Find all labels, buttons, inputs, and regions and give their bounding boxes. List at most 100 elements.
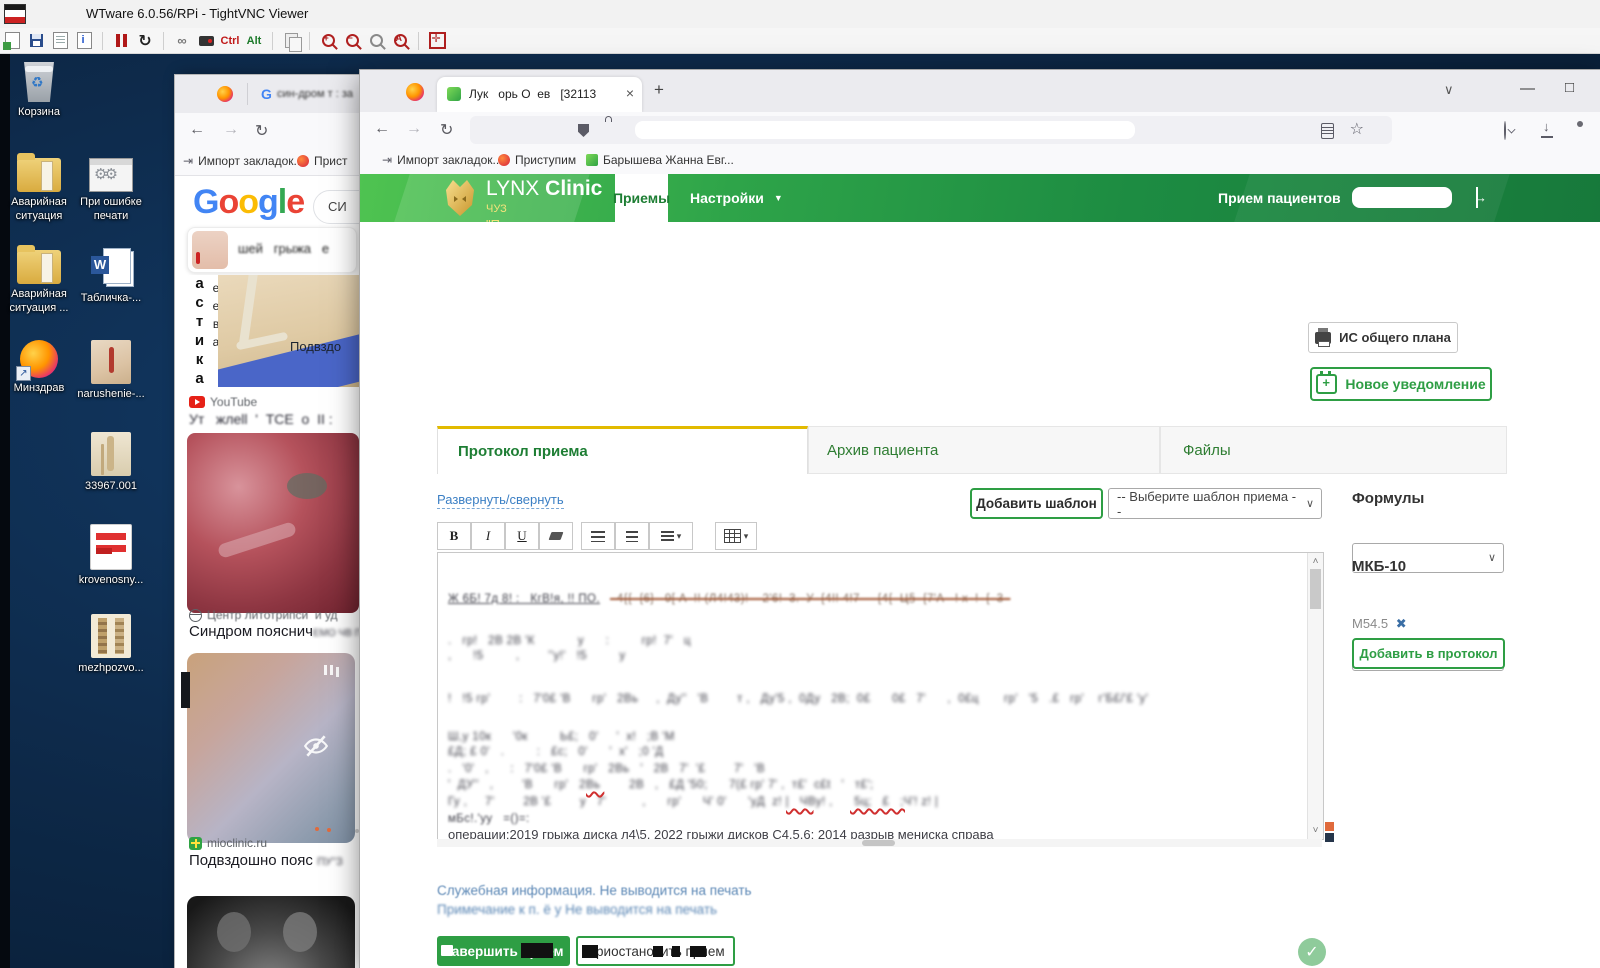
reload-icon[interactable]: ↻: [255, 121, 268, 141]
editor-scrollbar[interactable]: ˄ ˅: [1307, 553, 1323, 839]
minimize-icon[interactable]: —: [1520, 80, 1535, 97]
pause-icon[interactable]: [112, 32, 130, 50]
numbered-list-button[interactable]: [615, 522, 649, 550]
new-tab-icon[interactable]: +: [654, 80, 664, 100]
zoom-out-icon[interactable]: −: [343, 32, 361, 50]
scroll-up-icon[interactable]: ˄: [1308, 556, 1323, 567]
desktop-icon-recycle-bin[interactable]: Корзина: [4, 62, 74, 120]
hscrollbar-thumb[interactable]: [862, 840, 895, 846]
forward-icon[interactable]: →: [223, 121, 239, 139]
url-redaction: [635, 121, 1135, 139]
finish-reception-button[interactable]: Завершить прием: [437, 936, 570, 966]
anatomy-muscle-image[interactable]: [187, 433, 359, 613]
template-select[interactable]: -- Выберите шаблон приема --: [1108, 488, 1322, 519]
desktop-icon-mezhpozvo[interactable]: mezhpozvo...: [76, 614, 146, 676]
search-suggestion-row[interactable]: шей грыжа е: [187, 227, 357, 273]
table-button[interactable]: ▾: [715, 522, 757, 550]
note-link[interactable]: Примечание к п. ё у Не выводится на печа…: [437, 902, 717, 917]
reload-icon[interactable]: ↻: [440, 120, 453, 140]
align-button[interactable]: ▾: [649, 522, 693, 550]
bookmark-import[interactable]: ⇥Импорт закладок...: [382, 153, 503, 167]
patient-reception-menu[interactable]: Прием пациентов▼: [1218, 174, 1360, 222]
ctrl-key-button[interactable]: Ctrl: [221, 32, 239, 50]
add-to-protocol-button[interactable]: Добавить в протокол: [1352, 638, 1505, 669]
new-connection-icon[interactable]: [3, 32, 21, 50]
protocol-editor[interactable]: Ж 6Б! 7д 8! : КгВ!я, !! ПО.–4{{ {6}– 9[ …: [437, 552, 1324, 840]
bold-button[interactable]: B: [437, 522, 471, 550]
scrollbar-thumb[interactable]: [1310, 569, 1321, 609]
nav-receptions[interactable]: Приемы: [615, 174, 668, 222]
new-notification-button[interactable]: Новое уведомление: [1310, 367, 1492, 401]
connection-options-icon[interactable]: ∞: [173, 32, 191, 50]
bookmark-pristupim[interactable]: Прист: [297, 154, 348, 168]
refresh-icon[interactable]: ↻: [136, 32, 154, 50]
fullscreen-icon[interactable]: [428, 32, 446, 50]
desktop-icon-minzdrav[interactable]: Минздрав: [4, 340, 74, 396]
bookmark-import[interactable]: ⇥Импорт закладок...: [183, 154, 304, 168]
logout-icon[interactable]: [1476, 187, 1478, 208]
source-row-mioclinic[interactable]: mioclinic.ru: [189, 836, 267, 850]
address-bar[interactable]: ☆: [470, 116, 1392, 144]
mri-image[interactable]: [187, 896, 355, 968]
copy-icon[interactable]: [282, 32, 300, 50]
connection-info-icon[interactable]: [75, 32, 93, 50]
maximize-icon[interactable]: □: [1565, 79, 1574, 96]
general-plan-button[interactable]: ИС общего плана: [1308, 322, 1458, 353]
zoom-in-icon[interactable]: +: [319, 32, 337, 50]
result2-title[interactable]: Синдром поясничЕМО ЧВ ПО: [189, 623, 360, 640]
add-template-button[interactable]: Добавить шаблон: [970, 488, 1103, 519]
desktop-icon-word-doc[interactable]: Табличка-...: [76, 248, 146, 306]
bookmark-barysheva[interactable]: Барышева Жанна Евг...: [586, 153, 734, 167]
reader-mode-icon[interactable]: [1321, 123, 1334, 139]
service-info-link[interactable]: Служебная информация. Не выводится на пе…: [437, 883, 752, 898]
import-icon: ⇥: [183, 154, 193, 168]
shield-icon[interactable]: [578, 124, 589, 137]
editor-hscrollbar[interactable]: [437, 839, 1322, 847]
desktop-icon-emergency-folder-2[interactable]: Аварийная ситуация ...: [4, 250, 74, 316]
bookmark-favicon: [498, 154, 510, 166]
options-icon[interactable]: [51, 32, 69, 50]
tab-patient-archive[interactable]: Архив пациента: [808, 426, 1160, 474]
back-icon[interactable]: ←: [189, 121, 205, 139]
google-search-box[interactable]: СИ: [313, 190, 360, 224]
italic-button[interactable]: I: [471, 522, 505, 550]
tab-close-icon[interactable]: ×: [626, 85, 634, 101]
editor-line: £Д; £ 0' . : £с; 0' ' х' ;0 'Д: [448, 746, 663, 758]
tab-files[interactable]: Файлы: [1160, 426, 1507, 474]
zoom-fit-icon[interactable]: A: [391, 32, 409, 50]
pause-reception-button[interactable]: Приостановить прием: [576, 936, 735, 966]
desktop-icon-narushenie[interactable]: narushenie-...: [76, 340, 146, 402]
result3-title[interactable]: Подвздошно пояс ПУ''З: [189, 852, 343, 869]
bookmark-star-icon[interactable]: ☆: [1350, 119, 1364, 139]
exercise-image[interactable]: Подвздо: [218, 275, 360, 387]
alt-key-button[interactable]: Alt: [245, 32, 263, 50]
zoom-100-icon[interactable]: [367, 32, 385, 50]
back-icon[interactable]: ←: [374, 120, 390, 138]
desktop-icon-krovenosny[interactable]: krovenosny...: [76, 524, 146, 588]
remove-code-icon[interactable]: ✖: [1396, 616, 1407, 631]
tab-list-chevron-icon[interactable]: ∨: [1444, 82, 1454, 98]
save-icon[interactable]: [27, 32, 45, 50]
underline-button[interactable]: U: [505, 522, 539, 550]
forward-icon[interactable]: →: [406, 120, 422, 138]
desktop-icon-print-error[interactable]: При ошибке печати: [76, 158, 146, 224]
editor-line: , !5 , ''у!' !5 у: [448, 650, 625, 662]
bullet-list-button[interactable]: [581, 522, 615, 550]
desktop-icon-emergency-folder[interactable]: Аварийная ситуация: [4, 158, 74, 224]
bookmark-pristupim[interactable]: Приступим: [498, 153, 576, 167]
source-row-litho[interactable]: Центр литотрипси и уд: [189, 608, 338, 622]
censored-image[interactable]: [187, 653, 355, 843]
tab-protocol[interactable]: Протокол приема: [437, 426, 808, 474]
scroll-down-icon[interactable]: ˅: [1308, 825, 1323, 836]
expand-collapse-link[interactable]: Развернуть/свернуть: [437, 492, 564, 509]
active-browser-tab[interactable]: Лук орь О ев [32113 ×: [437, 77, 642, 112]
bg-tab-title[interactable]: син-дром т : за: [277, 88, 353, 100]
desktop-icon-33967[interactable]: 33967.001: [76, 432, 146, 494]
source-row-youtube[interactable]: YouTube: [189, 395, 257, 409]
keyboard-icon[interactable]: [197, 32, 215, 50]
eraser-button[interactable]: [539, 522, 573, 550]
nav-settings[interactable]: Настройки▼: [690, 174, 783, 222]
result-title-blurred[interactable]: Ут жлеll ' ТСЕ о II :: [189, 411, 333, 427]
clinic-header: LYNX Clinic ЧУЗ "Поликлиника Приемы Наст…: [360, 174, 1600, 222]
pocket-icon[interactable]: [1504, 121, 1506, 140]
